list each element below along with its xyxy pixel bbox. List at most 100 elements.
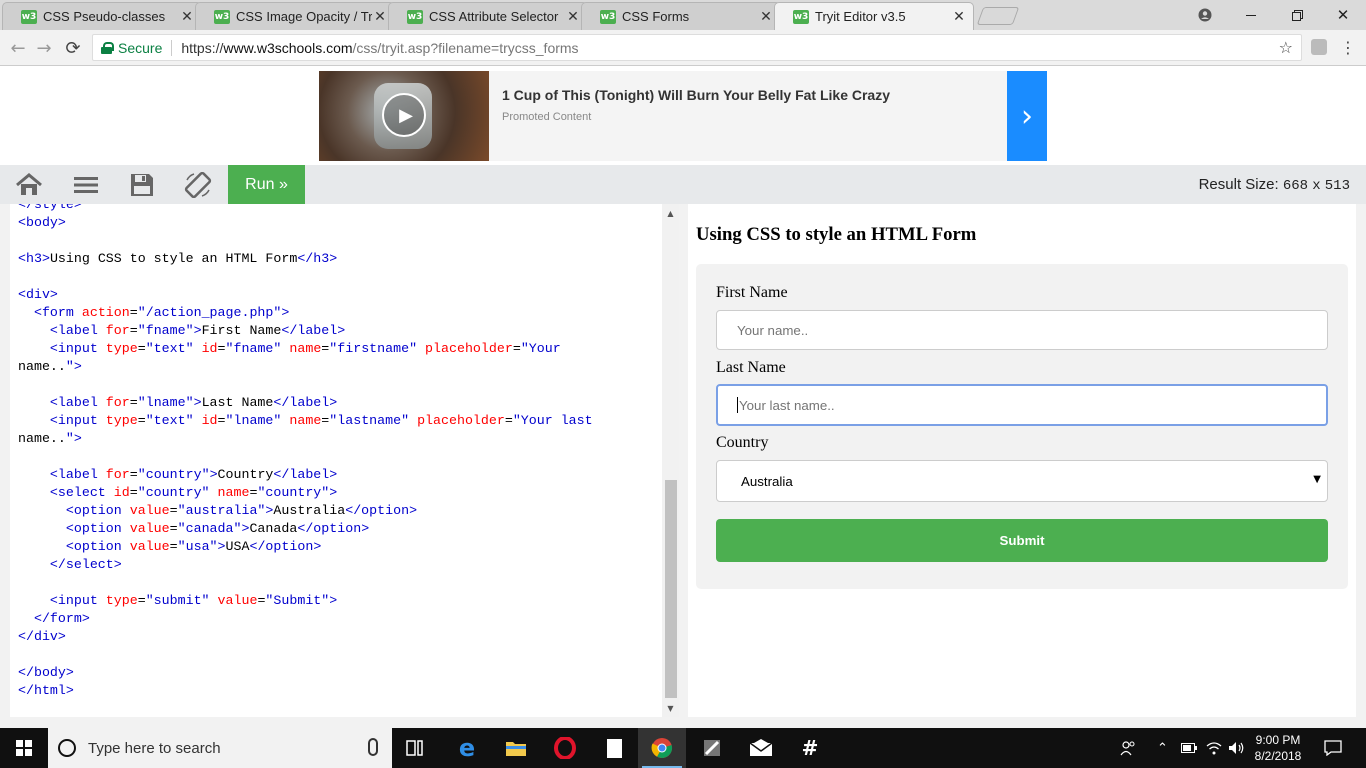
chrome-icon[interactable] [638, 728, 686, 768]
people-icon[interactable] [1120, 728, 1136, 768]
submit-button[interactable]: Submit [716, 519, 1328, 562]
code-line[interactable]: <label for="lname">Last Name</label> [18, 394, 593, 412]
forward-arrow-icon[interactable]: → [32, 36, 56, 60]
tab-label: CSS Attribute Selector [429, 9, 559, 24]
code-editor[interactable]: </style> <body> <h3>Using CSS to style an… [10, 204, 679, 717]
reload-icon[interactable]: ⟳ [61, 36, 85, 60]
code-line[interactable] [18, 574, 593, 592]
country-select[interactable]: Australia ▼ [716, 460, 1328, 502]
scroll-thumb[interactable] [665, 480, 677, 698]
code-line[interactable]: name.."> [18, 358, 593, 376]
windows-taskbar: Type here to search e # ⌃ 9:00 PM 8/2/20… [0, 728, 1366, 768]
code-line[interactable]: <option value="australia">Australia</opt… [18, 502, 593, 520]
rotate-layout-icon[interactable] [184, 171, 212, 199]
tab-close-icon[interactable]: ✕ [758, 9, 774, 25]
secure-indicator[interactable]: Secure [101, 40, 162, 56]
taskbar-search-box[interactable]: Type here to search [48, 728, 392, 768]
code-line[interactable]: <form action="/action_page.php"> [18, 304, 593, 322]
action-center-icon[interactable] [1324, 728, 1342, 768]
back-arrow-icon[interactable]: ← [6, 36, 30, 60]
tab-tryit-editor[interactable]: w3 Tryit Editor v3.5 ✕ [774, 2, 974, 30]
code-line[interactable] [18, 232, 593, 250]
code-line[interactable]: </body> [18, 664, 593, 682]
menu-kebab-icon[interactable]: ⋮ [1340, 38, 1356, 57]
run-button[interactable]: Run » [228, 165, 305, 204]
code-line[interactable] [18, 448, 593, 466]
tab-css-attribute-selector[interactable]: w3 CSS Attribute Selector ✕ [388, 2, 588, 30]
extension-icon[interactable] [1311, 39, 1327, 55]
code-line[interactable]: <input type="submit" value="Submit"> [18, 592, 593, 610]
restore-icon[interactable] [1274, 0, 1320, 30]
w3schools-favicon-icon: w3 [21, 9, 37, 24]
slack-icon[interactable]: # [786, 728, 834, 768]
tab-css-forms[interactable]: w3 CSS Forms ✕ [581, 2, 781, 30]
system-clock[interactable]: 9:00 PM 8/2/2018 [1248, 732, 1308, 764]
play-icon[interactable]: ▶ [382, 93, 426, 137]
form-heading: Using CSS to style an HTML Form [696, 224, 977, 245]
code-line[interactable]: </style> [18, 204, 593, 214]
code-line[interactable]: <body> [18, 214, 593, 232]
ad-arrow-icon[interactable]: › [1007, 71, 1047, 161]
home-icon[interactable] [15, 172, 43, 198]
tab-close-icon[interactable]: ✕ [372, 9, 388, 25]
tab-close-icon[interactable]: ✕ [179, 9, 195, 25]
code-scrollbar[interactable]: ▲ ▼ [662, 204, 679, 717]
code-line[interactable]: <input type="text" id="fname" name="firs… [18, 340, 593, 358]
opera-icon[interactable] [541, 728, 589, 768]
bookmark-star-icon[interactable]: ☆ [1279, 38, 1293, 57]
w3schools-favicon-icon: w3 [793, 9, 809, 24]
last-name-field[interactable]: Your last name.. [716, 384, 1328, 426]
code-line[interactable]: <h3>Using CSS to style an HTML Form</h3> [18, 250, 593, 268]
ad-video-thumbnail[interactable]: ▶ [319, 71, 489, 161]
code-line[interactable]: <select id="country" name="country"> [18, 484, 593, 502]
code-line[interactable] [18, 646, 593, 664]
file-explorer-icon[interactable] [492, 728, 540, 768]
promoted-ad[interactable]: ▶ 1 Cup of This (Tonight) Will Burn Your… [319, 71, 1047, 161]
new-tab-button[interactable] [976, 7, 1020, 25]
scroll-down-icon[interactable]: ▼ [662, 701, 679, 715]
code-line[interactable]: <input type="text" id="lname" name="last… [18, 412, 593, 430]
show-hidden-icons-icon[interactable]: ⌃ [1157, 728, 1168, 768]
first-name-field[interactable]: Your name.. [716, 310, 1328, 350]
tab-css-pseudo-classes[interactable]: w3 CSS Pseudo-classes ✕ [2, 2, 202, 30]
code-line[interactable]: <div> [18, 286, 593, 304]
code-line[interactable]: <label for="fname">First Name</label> [18, 322, 593, 340]
code-line[interactable]: </html> [18, 682, 593, 700]
start-button[interactable] [0, 728, 48, 768]
code-line[interactable]: <label for="country">Country</label> [18, 466, 593, 484]
code-line[interactable]: name.."> [18, 430, 593, 448]
url-host: www.w3schools.com [223, 39, 353, 56]
tab-close-icon[interactable]: ✕ [565, 9, 581, 25]
volume-icon[interactable] [1228, 728, 1246, 768]
result-size-readout: Result Size: 668 x 513 [1199, 176, 1350, 194]
code-line[interactable]: </div> [18, 628, 593, 646]
code-line[interactable] [18, 268, 593, 286]
close-window-icon[interactable]: ✕ [1320, 0, 1366, 30]
tab-close-icon[interactable]: ✕ [951, 9, 967, 25]
save-icon[interactable] [128, 172, 156, 198]
tab-css-image-opacity[interactable]: w3 CSS Image Opacity / Tran ✕ [195, 2, 395, 30]
profile-icon[interactable] [1182, 0, 1228, 30]
wifi-icon[interactable] [1206, 728, 1222, 768]
code-line[interactable]: <option value="usa">USA</option> [18, 538, 593, 556]
battery-icon[interactable] [1181, 728, 1197, 768]
tab-label: CSS Forms [622, 9, 690, 24]
code-line[interactable]: </form> [18, 610, 593, 628]
notepad-icon[interactable] [590, 728, 638, 768]
task-view-icon[interactable] [392, 728, 440, 768]
code-line[interactable]: <option value="canada">Canada</option> [18, 520, 593, 538]
minimize-icon[interactable] [1228, 0, 1274, 30]
code-line[interactable]: </select> [18, 556, 593, 574]
code-line[interactable] [18, 376, 593, 394]
url-field[interactable]: Secure https://www.w3schools.com/css/try… [92, 34, 1302, 61]
menu-icon[interactable] [72, 172, 100, 198]
dropdown-arrow-icon[interactable]: ▼ [1313, 474, 1321, 485]
microphone-icon[interactable] [368, 738, 378, 756]
code-text[interactable]: </style> <body> <h3>Using CSS to style an… [18, 204, 593, 700]
clock-time: 9:00 PM [1255, 733, 1301, 747]
mail-icon[interactable] [737, 728, 785, 768]
ad-title[interactable]: 1 Cup of This (Tonight) Will Burn Your B… [502, 87, 890, 103]
scroll-up-icon[interactable]: ▲ [662, 206, 679, 220]
edge-icon[interactable]: e [443, 728, 491, 768]
tools-icon[interactable] [688, 728, 736, 768]
